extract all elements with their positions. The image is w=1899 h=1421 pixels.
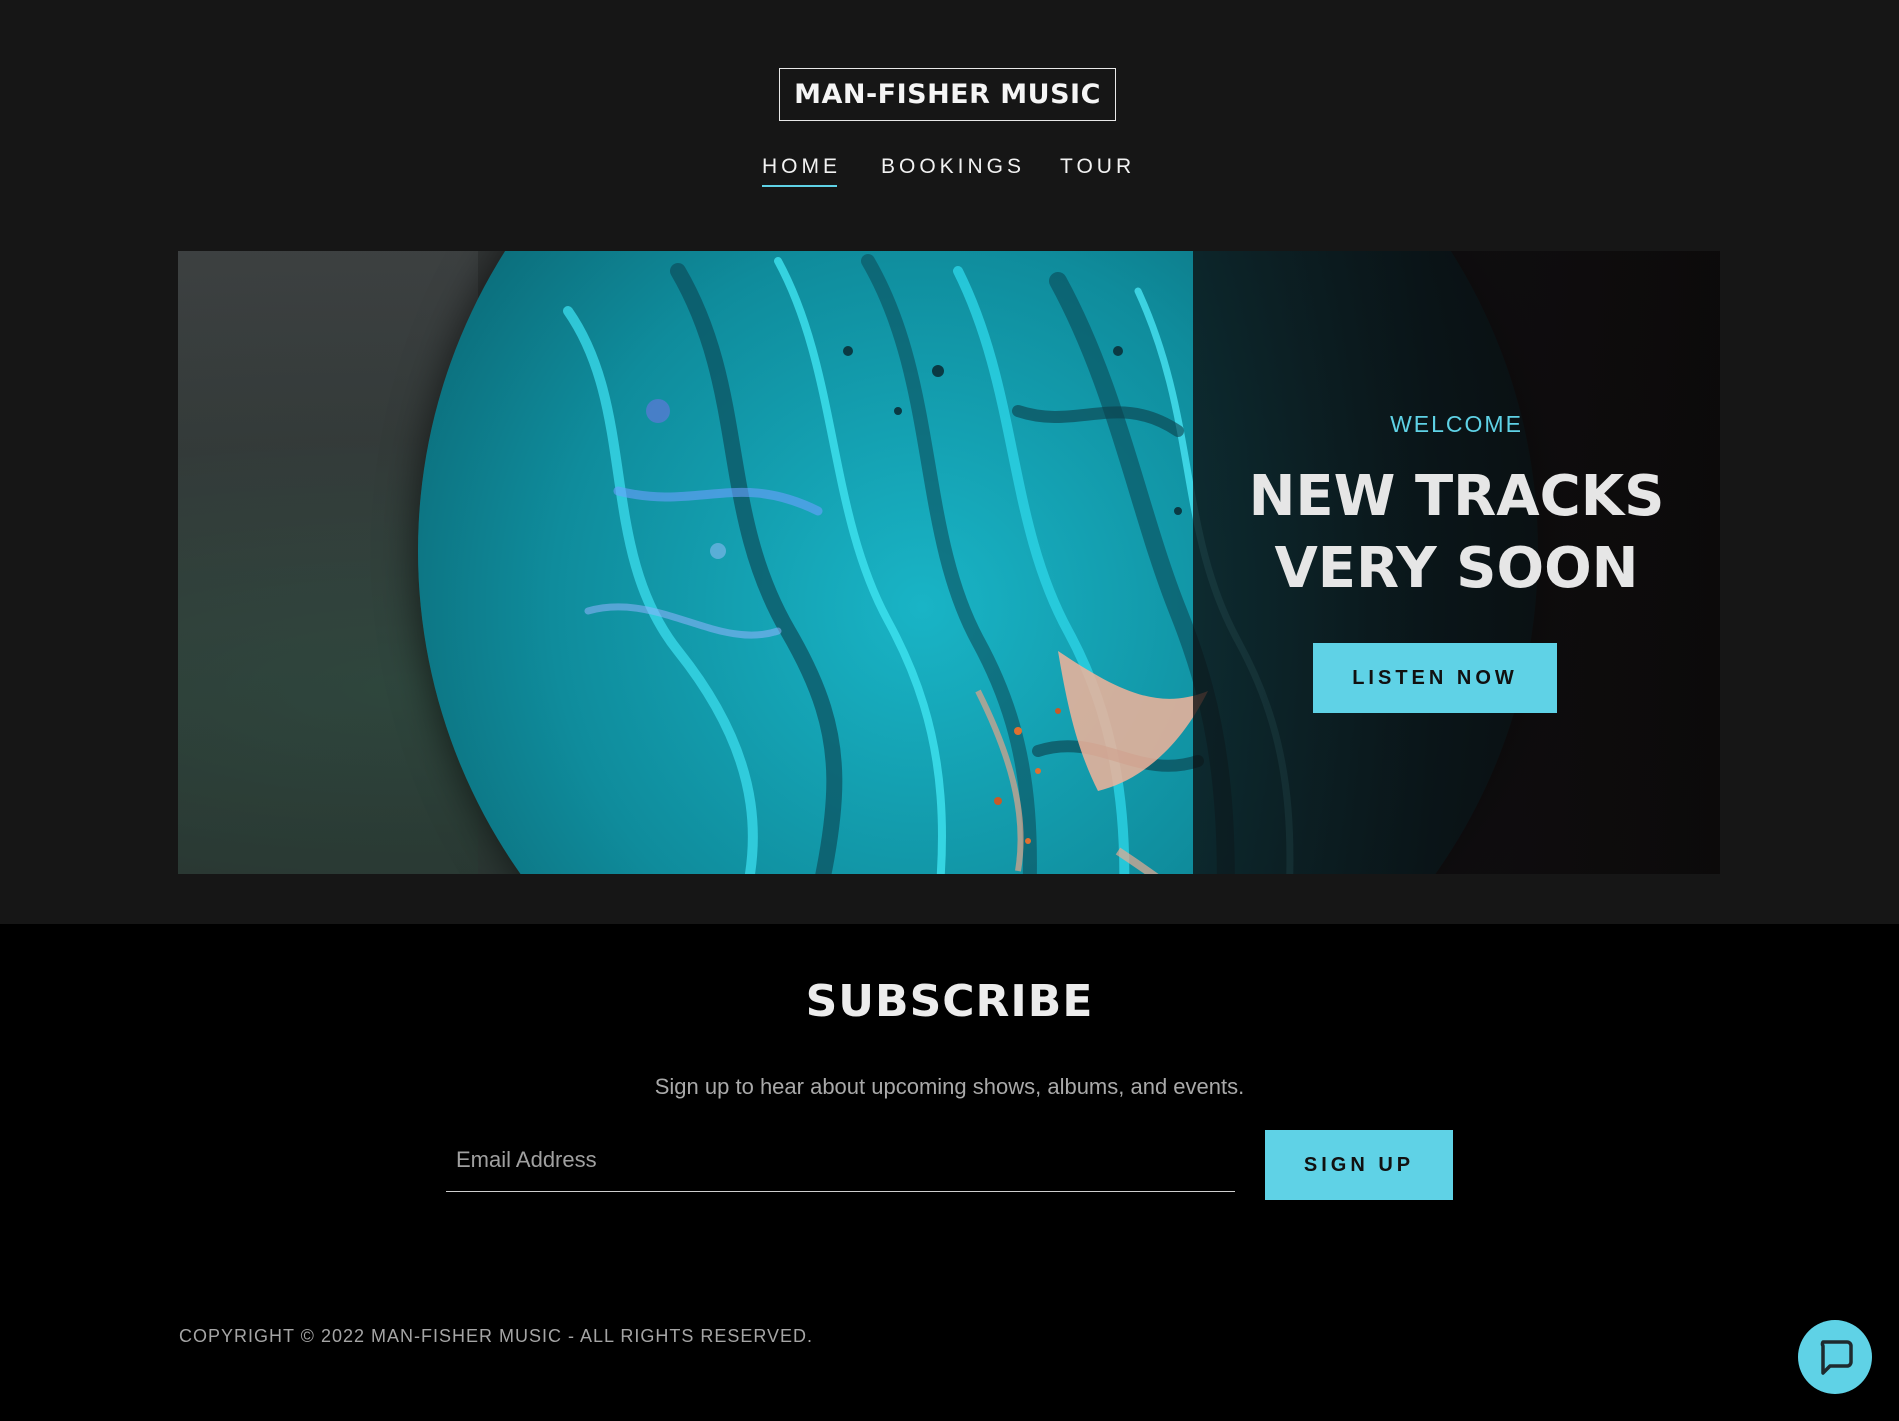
listen-now-button[interactable]: LISTEN NOW [1313,643,1557,713]
email-field[interactable] [446,1128,1235,1192]
hero-title-line-1: NEW TRACKS [1248,464,1665,529]
hero-title-line-2: VERY SOON [1274,536,1639,601]
hero-text-panel: WELCOME NEW TRACKS VERY SOON LISTEN NOW [1193,251,1720,874]
hero-banner: WELCOME NEW TRACKS VERY SOON LISTEN NOW [178,251,1720,874]
site-header: MAN-FISHER MUSIC HOME BOOKINGS TOUR WELC… [0,0,1899,924]
copyright-text: COPYRIGHT © 2022 MAN-FISHER MUSIC - ALL … [179,1326,814,1346]
nav-item-bookings[interactable]: BOOKINGS [881,152,1025,182]
subscribe-title: SUBSCRIBE [805,976,1094,1027]
site-logo[interactable]: MAN-FISHER MUSIC [779,68,1116,121]
nav-item-home[interactable]: HOME [762,152,841,187]
subscribe-section: SUBSCRIBE Sign up to hear about upcoming… [0,924,1899,1421]
main-nav: HOME BOOKINGS TOUR [0,152,1899,192]
chat-bubble-icon [1820,1340,1853,1375]
subscribe-description: Sign up to hear about upcoming shows, al… [654,1074,1245,1099]
hero-eyebrow: WELCOME [1390,411,1523,437]
sign-up-button[interactable]: SIGN UP [1265,1130,1453,1200]
chat-button[interactable] [1798,1320,1872,1394]
hero-title: NEW TRACKS VERY SOON [1193,461,1720,605]
nav-item-tour[interactable]: TOUR [1060,152,1135,182]
